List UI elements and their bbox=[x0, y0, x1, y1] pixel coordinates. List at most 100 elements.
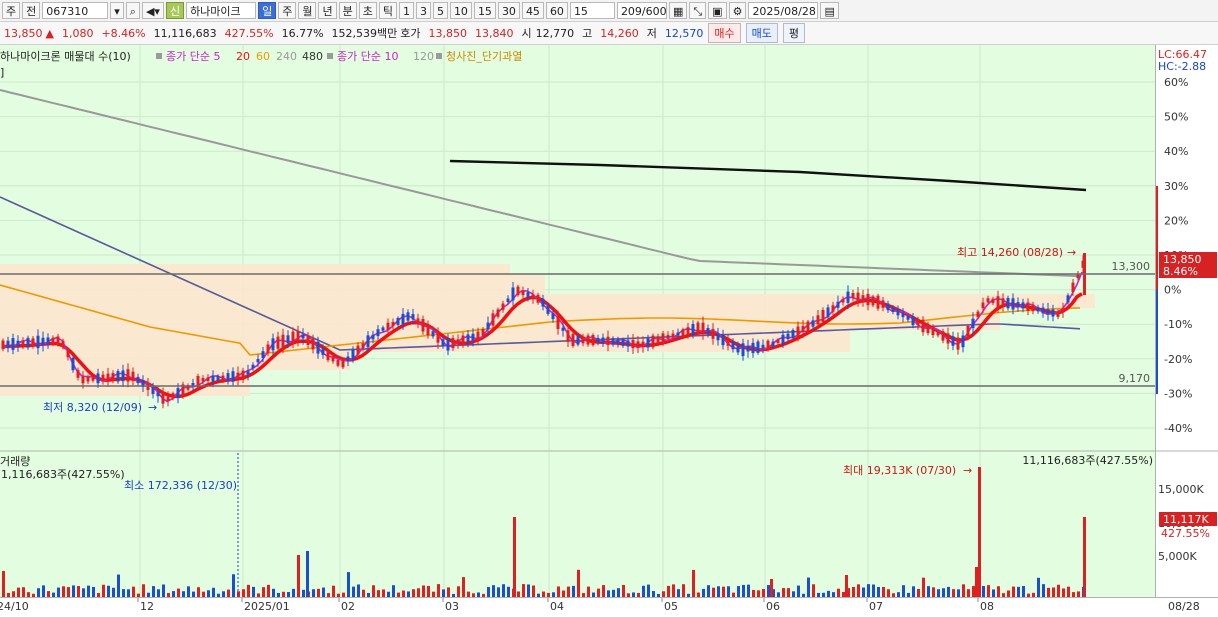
gear-icon[interactable]: ⚙ bbox=[728, 2, 747, 19]
legend-title: 하나마이크론 매물대 수(10) bbox=[0, 49, 131, 63]
buy-button[interactable]: 매수 bbox=[708, 23, 741, 43]
period-month[interactable]: 월 bbox=[298, 2, 317, 19]
chart-canvas[interactable]: 하나마이크론 매물대 수(10) 종가 단순 5 20 60 240 480 종… bbox=[0, 45, 1155, 597]
volume-bar bbox=[752, 589, 755, 597]
candle-body bbox=[596, 337, 600, 343]
candle-body bbox=[1041, 307, 1045, 314]
candle-body bbox=[621, 339, 625, 346]
volume-bar bbox=[312, 589, 315, 597]
minute-3[interactable]: 3 bbox=[415, 2, 431, 19]
candle-body bbox=[296, 331, 300, 341]
zone-band bbox=[0, 274, 545, 294]
time-axis-right-label: 08/28 bbox=[1168, 600, 1200, 613]
pct-tick-label: 60% bbox=[1164, 76, 1188, 89]
legend-ma2: 종가 단순 10 bbox=[337, 50, 398, 63]
volume-bar bbox=[437, 584, 440, 597]
candle-body bbox=[821, 310, 825, 322]
volume-bar bbox=[712, 587, 715, 597]
date-input[interactable]: 2025/08/28 bbox=[748, 2, 819, 19]
minute-10[interactable]: 10 bbox=[449, 2, 472, 19]
save-icon[interactable]: ▣ bbox=[708, 2, 727, 19]
period-minute[interactable]: 분 bbox=[338, 2, 357, 19]
volume-bar bbox=[362, 589, 365, 597]
volume-bar bbox=[157, 589, 160, 597]
volume-bar bbox=[352, 586, 355, 597]
candle-body bbox=[756, 341, 760, 353]
period-input[interactable]: 15 bbox=[569, 2, 615, 19]
volume-bar bbox=[1062, 588, 1065, 597]
candle-body bbox=[36, 335, 40, 349]
minute-5[interactable]: 5 bbox=[432, 2, 448, 19]
candle-body bbox=[381, 327, 385, 331]
kind-selector[interactable]: 주 bbox=[2, 2, 21, 19]
pct-tick-label: 50% bbox=[1164, 111, 1188, 124]
candle-body bbox=[651, 335, 655, 348]
period-tick[interactable]: 틱 bbox=[378, 2, 397, 19]
pct-tick-label: -40% bbox=[1164, 422, 1192, 435]
time-axis-label: 03 bbox=[445, 600, 459, 613]
candle-body bbox=[696, 322, 700, 334]
candle-body bbox=[606, 336, 610, 345]
minute-1[interactable]: 1 bbox=[398, 2, 414, 19]
sell-button[interactable]: 매도 bbox=[745, 23, 778, 43]
open-label: 시 bbox=[521, 27, 532, 40]
candle-body bbox=[831, 305, 835, 312]
candle-body bbox=[791, 330, 795, 338]
volume-bar bbox=[77, 586, 80, 597]
candle-body bbox=[486, 322, 490, 330]
speaker-icon[interactable]: ◀▾ bbox=[141, 2, 164, 19]
candle-body bbox=[986, 298, 990, 303]
candle-body bbox=[61, 340, 65, 348]
candle-body bbox=[691, 324, 695, 335]
period-second[interactable]: 초 bbox=[358, 2, 377, 19]
stock-name[interactable]: 하나마이크 bbox=[186, 2, 257, 19]
candle-body bbox=[246, 370, 250, 375]
minute-30[interactable]: 30 bbox=[497, 2, 520, 19]
search-icon[interactable]: ⌕ bbox=[125, 2, 140, 19]
minute-45[interactable]: 45 bbox=[521, 2, 544, 19]
candle-body bbox=[471, 333, 475, 341]
candle-body bbox=[761, 344, 765, 348]
candle-body bbox=[741, 343, 745, 357]
zoom-icon[interactable]: ⤡ bbox=[689, 2, 707, 19]
bar-count-input[interactable]: 209/600 bbox=[616, 2, 667, 19]
candle-body bbox=[6, 340, 10, 349]
candle-body bbox=[676, 332, 680, 336]
volume-bar bbox=[427, 585, 430, 597]
price-value: 13,850 bbox=[4, 26, 43, 40]
candle-body bbox=[281, 334, 285, 348]
volume-bar bbox=[677, 589, 680, 597]
period-day[interactable]: 일 bbox=[258, 2, 277, 19]
chevron-down-icon[interactable]: ▾ bbox=[110, 2, 124, 19]
candle-body bbox=[371, 334, 375, 340]
hc-label: HC:-2.88 bbox=[1158, 60, 1206, 73]
volume-bar bbox=[862, 587, 865, 597]
candle-body bbox=[461, 335, 465, 345]
volume-bar bbox=[332, 585, 335, 597]
volume-bar bbox=[942, 588, 945, 597]
period-year[interactable]: 년 bbox=[318, 2, 337, 19]
volume-bar bbox=[292, 588, 295, 597]
volume-bar bbox=[347, 572, 350, 597]
minute-15[interactable]: 15 bbox=[473, 2, 496, 19]
candle-body bbox=[351, 349, 355, 360]
calendar-icon[interactable]: ▤ bbox=[820, 2, 839, 19]
crosshair-icon[interactable]: ▦ bbox=[668, 2, 688, 19]
candle-body bbox=[76, 370, 80, 378]
minute-60[interactable]: 60 bbox=[545, 2, 568, 19]
flat-button[interactable]: 평 bbox=[782, 23, 806, 43]
volume-bar bbox=[952, 589, 955, 597]
volume-bar bbox=[392, 585, 395, 597]
period-week[interactable]: 주 bbox=[278, 2, 297, 19]
volume-bar bbox=[82, 588, 85, 597]
candle-body bbox=[951, 336, 955, 346]
stock-code-input[interactable]: 067310 bbox=[42, 2, 109, 19]
candle-body bbox=[721, 334, 725, 346]
volume-bar bbox=[72, 585, 75, 597]
candle-body bbox=[226, 373, 230, 381]
prev-button[interactable]: 전 bbox=[22, 2, 41, 19]
candle-body bbox=[456, 339, 460, 344]
volume-bar bbox=[262, 587, 265, 597]
volume-bar bbox=[372, 585, 375, 597]
down-range-bar bbox=[1156, 290, 1158, 394]
